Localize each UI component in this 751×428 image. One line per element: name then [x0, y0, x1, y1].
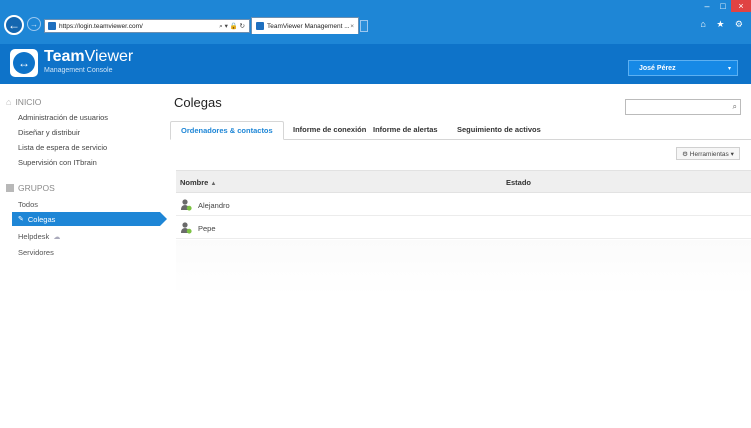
sidebar-group-label: Helpdesk	[18, 232, 50, 241]
sidebar-section-home[interactable]: ⌂ INICIO	[6, 97, 41, 107]
browser-toolbar-icons[interactable]: ⌂ ★ ⚙	[700, 19, 747, 30]
teamviewer-logo: ↔	[10, 49, 38, 77]
tab-alert-report[interactable]: Informe de alertas	[373, 121, 438, 140]
address-bar[interactable]: https://login.teamviewer.com/ ⌕ ▾ 🔒 ↻	[44, 19, 250, 33]
home-icon: ⌂	[6, 97, 12, 107]
tools-button[interactable]: ⚙ Herramientas ▾	[676, 147, 740, 160]
chevron-down-icon: ▾	[727, 65, 731, 72]
tab-computers-contacts[interactable]: Ordenadores & contactos	[170, 121, 284, 140]
contact-name: Alejandro	[198, 201, 230, 210]
table-empty-area	[176, 240, 751, 296]
column-header-status[interactable]: Estado	[506, 178, 531, 187]
sort-ascending-icon: ▲	[210, 181, 217, 187]
tab-bar: Ordenadores & contactos Informe de conex…	[170, 121, 751, 140]
sidebar-item-itbrain[interactable]: Supervisión con ITbrain	[18, 158, 97, 167]
page-title: Colegas	[174, 95, 222, 110]
address-tools-icon[interactable]: ⌕ ▾ 🔒 ↻	[219, 22, 245, 31]
tab-favicon-icon	[256, 22, 264, 30]
maximize-icon[interactable]: □	[715, 0, 731, 12]
site-favicon-icon	[48, 22, 56, 30]
browser-chrome: ← → https://login.teamviewer.com/ ⌕ ▾ 🔒 …	[0, 0, 751, 44]
online-contact-icon	[181, 199, 192, 211]
pencil-icon[interactable]: ✎	[18, 215, 24, 223]
back-button[interactable]: ←	[4, 15, 24, 35]
address-url[interactable]: https://login.teamviewer.com/	[59, 23, 143, 30]
column-header-name[interactable]: Nombre ▲	[180, 178, 216, 187]
sidebar-group-servidores[interactable]: Servidores	[18, 248, 54, 257]
sidebar-group-colegas[interactable]: ✎ Colegas	[12, 212, 167, 226]
minimize-icon[interactable]: –	[699, 0, 715, 12]
sidebar-item-design-deploy[interactable]: Diseñar y distribuir	[18, 128, 80, 137]
cloud-icon: ☁	[53, 234, 61, 241]
new-tab-button[interactable]	[360, 20, 368, 32]
brand-name: TeamViewer	[44, 48, 133, 66]
window-controls: – □ ×	[699, 0, 751, 12]
user-name: José Pérez	[639, 64, 676, 72]
sidebar-item-service-queue[interactable]: Lista de espera de servicio	[18, 143, 107, 152]
tab-close-icon[interactable]: ×	[350, 23, 354, 30]
sidebar-section-label: INICIO	[15, 97, 42, 107]
brand: TeamViewer Management Console	[44, 48, 133, 75]
sidebar-group-todos[interactable]: Todos	[18, 200, 38, 209]
brand-subtitle: Management Console	[44, 67, 113, 74]
contact-name: Pepe	[198, 224, 216, 233]
table-row[interactable]: Alejandro	[176, 194, 751, 216]
sidebar-group-label: Colegas	[27, 214, 56, 224]
search-input[interactable]: ⌕	[625, 99, 741, 115]
table-header: Nombre ▲ Estado	[176, 170, 751, 193]
teamviewer-logo-icon: ↔	[13, 52, 35, 74]
tab-title: TeamViewer Management ...	[267, 22, 350, 30]
online-contact-icon	[181, 222, 192, 234]
sidebar-section-groups[interactable]: GRUPOS	[6, 183, 55, 193]
sidebar-group-helpdesk[interactable]: Helpdesk ☁	[18, 232, 60, 241]
sidebar-item-user-admin[interactable]: Administración de usuarios	[18, 113, 108, 122]
column-name-label: Nombre	[180, 178, 209, 187]
tab-asset-tracking[interactable]: Seguimiento de activos	[457, 121, 541, 140]
sidebar-section-label: GRUPOS	[18, 183, 55, 193]
browser-tab[interactable]: TeamViewer Management ... ×	[251, 17, 359, 34]
close-window-icon[interactable]: ×	[731, 0, 751, 12]
table-row[interactable]: Pepe	[176, 217, 751, 239]
forward-button[interactable]: →	[27, 17, 41, 31]
tab-connection-report[interactable]: Informe de conexión	[293, 121, 366, 140]
search-icon[interactable]: ⌕	[733, 102, 737, 112]
brand-name-bold: Team	[44, 48, 85, 65]
main-content: Colegas ⌕ Ordenadores & contactos Inform…	[160, 84, 751, 428]
user-menu-button[interactable]: José Pérez ▾	[628, 60, 738, 76]
groups-icon	[6, 184, 14, 192]
brand-name-light: Viewer	[84, 48, 134, 65]
